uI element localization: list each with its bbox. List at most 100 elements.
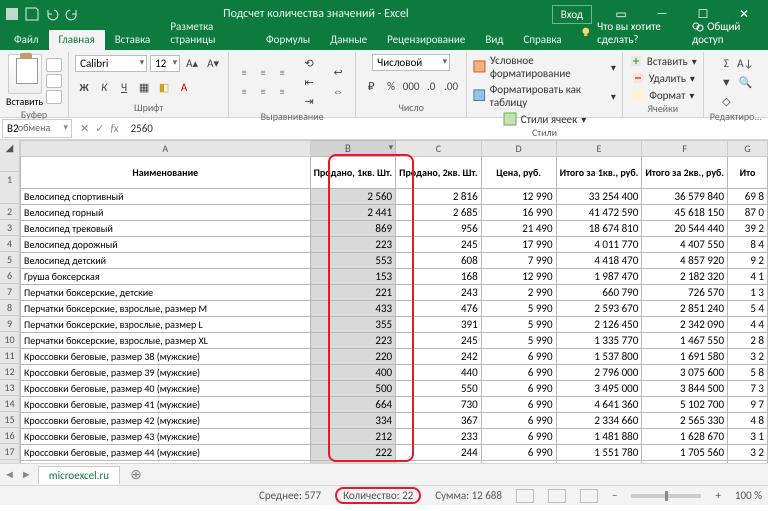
cell[interactable]: 660 790 (556, 285, 642, 301)
cell[interactable]: 664 (310, 397, 396, 413)
table-row[interactable]: Кроссовки беговые, размер 44 (мужские)22… (21, 445, 768, 461)
sheet-nav-prev[interactable]: ◄ (4, 468, 15, 481)
cell[interactable]: 39 2 (728, 221, 768, 237)
cell[interactable]: 243 (396, 285, 482, 301)
cell[interactable]: 1 467 550 (642, 333, 728, 349)
cell[interactable]: 400 (310, 365, 396, 381)
cell[interactable]: Кроссовки беговые, размер 38 (мужские) (21, 349, 311, 365)
cell[interactable]: 2 565 330 (642, 413, 728, 429)
decrease-font-icon[interactable]: A▾ (204, 54, 222, 72)
cell[interactable]: 550 (396, 381, 482, 397)
share-button[interactable]: Общий доступ (692, 20, 760, 46)
cell[interactable]: 8 4 (728, 237, 768, 253)
fill-icon[interactable]: ▼ (717, 73, 735, 91)
col-D[interactable]: D (481, 141, 556, 157)
cell[interactable]: 5 102 700 (642, 397, 728, 413)
cell[interactable]: 1 705 560 (642, 445, 728, 461)
cell[interactable]: Велосипед трековый (21, 221, 311, 237)
insert-button[interactable]: Вставить ▾ (629, 54, 697, 68)
cell[interactable]: 2 593 670 (556, 301, 642, 317)
cell[interactable]: 440 (396, 365, 482, 381)
cell[interactable]: 6 990 (481, 349, 556, 365)
cell[interactable]: 6 990 (481, 429, 556, 445)
cell[interactable]: 2 816 (396, 189, 482, 205)
cell[interactable]: 1 335 770 (556, 333, 642, 349)
cell[interactable]: Перчатки боксерские, детские (21, 285, 311, 301)
cell[interactable]: 726 570 (642, 285, 728, 301)
cell[interactable]: Велосипед дорожный (21, 237, 311, 253)
table-row[interactable]: Кроссовки беговые, размер 38 (мужские)22… (21, 349, 768, 365)
table-row[interactable]: Кроссовки беговые, размер 43 (мужские)21… (21, 429, 768, 445)
cell[interactable]: 433 (310, 301, 396, 317)
col-B[interactable]: B (310, 141, 396, 157)
view-layout-icon[interactable] (548, 489, 566, 503)
cell[interactable]: 3 2 (728, 349, 768, 365)
cell[interactable]: 245 (396, 333, 482, 349)
cell[interactable]: 6 990 (481, 365, 556, 381)
cell[interactable]: 2 441 (310, 205, 396, 221)
tab-help[interactable]: Справка (513, 30, 571, 50)
cell[interactable]: 5 990 (481, 317, 556, 333)
cell[interactable]: 1 3 (728, 285, 768, 301)
dec-dec-icon[interactable]: .00 (442, 77, 460, 95)
col-G[interactable]: G (728, 141, 768, 157)
cell[interactable]: 4 1 (728, 269, 768, 285)
tab-view[interactable]: Вид (475, 30, 513, 50)
sheet-nav-next[interactable]: ► (21, 468, 32, 481)
increase-font-icon[interactable]: A▴ (183, 54, 201, 72)
clear-icon[interactable]: ◇ (717, 92, 735, 110)
cell[interactable]: 608 (396, 253, 482, 269)
table-row[interactable]: Велосипед детский5536087 9904 418 4704 8… (21, 253, 768, 269)
cell[interactable]: 5 8 (728, 365, 768, 381)
cell[interactable]: 476 (396, 301, 482, 317)
cell[interactable]: 1 628 670 (642, 429, 728, 445)
cell[interactable]: Кроссовки беговые, размер 45 (мужские) (21, 461, 311, 464)
filter-icon[interactable] (736, 92, 754, 110)
cell[interactable]: 956 (396, 221, 482, 237)
cell[interactable]: 223 (310, 333, 396, 349)
fill-color-icon[interactable]: ◧ (155, 78, 173, 96)
cell[interactable]: 3 1 (728, 429, 768, 445)
tab-file[interactable]: Файл (4, 30, 49, 50)
table-row[interactable]: Кроссовки беговые, размер 42 (мужские)33… (21, 413, 768, 429)
cell[interactable]: 7 990 (481, 253, 556, 269)
cell[interactable]: 4 407 550 (642, 237, 728, 253)
cell[interactable]: 5 990 (481, 301, 556, 317)
cell[interactable]: Перчатки боксерские, взрослые, размер L (21, 317, 311, 333)
cell[interactable]: 212 (310, 429, 396, 445)
cell[interactable]: 9 7 (728, 397, 768, 413)
cell[interactable]: Велосипед горный (21, 205, 311, 221)
cell[interactable]: 4 857 920 (642, 253, 728, 269)
formula-input[interactable]: 2560 (125, 120, 768, 137)
cell[interactable]: 4 418 470 (556, 253, 642, 269)
cell[interactable]: Кроссовки беговые, размер 44 (мужские) (21, 445, 311, 461)
zoom-in-icon[interactable]: + (715, 489, 720, 502)
align-left-icon[interactable]: ≡ (235, 83, 253, 101)
indent-dec-icon[interactable]: ⇤ (298, 73, 320, 91)
table-row[interactable]: Кроссовки беговые, размер 41 (мужские)66… (21, 397, 768, 413)
comma-icon[interactable]: 000 (402, 77, 420, 95)
zoom-slider[interactable] (631, 494, 701, 498)
font-size-select[interactable]: 12 (150, 55, 180, 72)
cell[interactable]: 16 990 (481, 205, 556, 221)
cell[interactable]: Велосипед спортивный (21, 189, 311, 205)
align-mid-icon[interactable]: ≡ (254, 64, 272, 82)
cell[interactable]: Кроссовки беговые, размер 40 (мужские) (21, 381, 311, 397)
table-row[interactable]: Перчатки боксерские, взрослые, размер XL… (21, 333, 768, 349)
cell[interactable]: 221 (310, 285, 396, 301)
cell[interactable]: 1 987 470 (556, 269, 642, 285)
paste-button[interactable] (8, 54, 42, 94)
save-icon[interactable] (24, 6, 40, 22)
view-break-icon[interactable] (580, 489, 598, 503)
redo-icon[interactable] (64, 6, 80, 22)
worksheet-grid[interactable]: ◢ 1 234567891011121314151617181920 A B C… (0, 140, 768, 463)
cell[interactable]: Велосипед детский (21, 253, 311, 269)
cell[interactable]: 20 544 440 (642, 221, 728, 237)
cell[interactable]: Перчатки боксерские, взрослые, размер M (21, 301, 311, 317)
cell[interactable]: 69 8 (728, 189, 768, 205)
cell[interactable]: 222 (310, 445, 396, 461)
cell[interactable]: Груша боксерская (21, 269, 311, 285)
tab-data[interactable]: Данные (320, 30, 377, 50)
cell[interactable]: 334 (310, 413, 396, 429)
undo-icon[interactable] (44, 6, 60, 22)
